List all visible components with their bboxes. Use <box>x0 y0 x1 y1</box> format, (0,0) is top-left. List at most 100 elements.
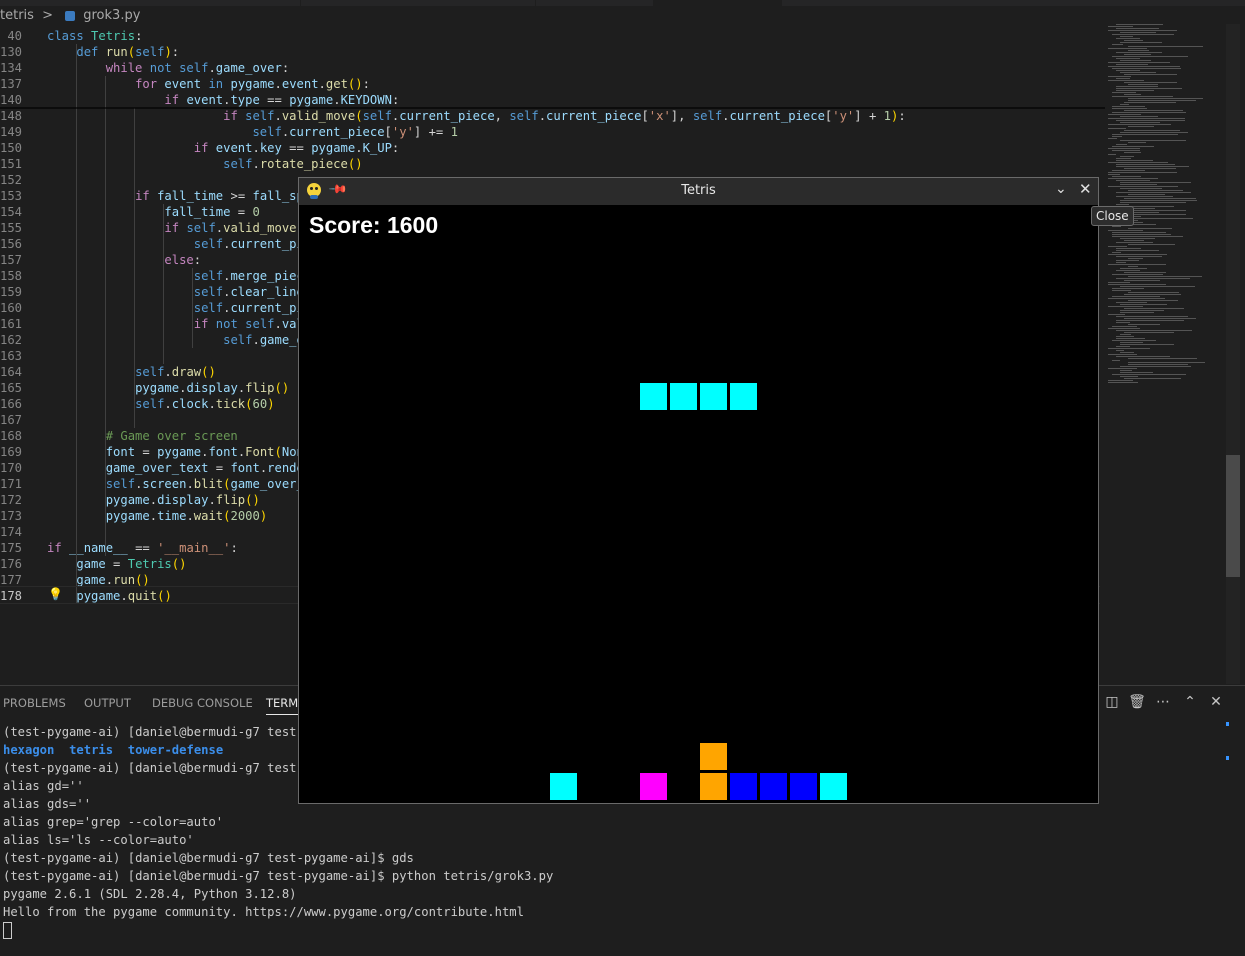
line-number: 155 <box>0 221 23 235</box>
minimap-line <box>1128 214 1186 215</box>
pygame-snake-icon <box>307 183 321 199</box>
minimap-line <box>1116 52 1162 53</box>
minimap-line <box>1124 110 1183 111</box>
sticky-scroll-divider <box>0 107 1105 109</box>
minimap-line <box>1116 160 1153 161</box>
minimap-line <box>1120 268 1147 269</box>
minimap-line <box>1116 330 1192 331</box>
falling-piece-block <box>669 382 698 411</box>
line-number: 150 <box>0 141 23 155</box>
minimap-line <box>1124 378 1181 379</box>
minimap-line <box>1128 190 1183 191</box>
terminal-line: Hello from the pygame community. https:/… <box>3 905 524 919</box>
indent-guide <box>192 268 193 348</box>
line-number: 176 <box>0 557 23 571</box>
minimap-line <box>1120 156 1134 157</box>
minimap-line <box>1128 98 1203 99</box>
minimap-line <box>1120 202 1186 203</box>
minimap-line <box>1120 376 1138 377</box>
python-file-icon <box>65 10 76 21</box>
code-text: if not self.val <box>193 317 304 331</box>
minimap-line <box>1116 86 1158 87</box>
indent-guide <box>76 44 77 604</box>
panel-tab-debug-console[interactable]: DEBUG CONSOLE <box>152 696 253 710</box>
breadcrumb-folder[interactable]: tetris <box>0 8 34 23</box>
minimap-line <box>1108 254 1167 255</box>
minimap-line <box>1116 38 1140 39</box>
minimap-line <box>1112 274 1163 275</box>
locked-block <box>699 742 728 771</box>
minimap-line <box>1128 100 1196 101</box>
panel-tab-problems[interactable]: PROBLEMS <box>3 696 66 710</box>
minimap-line <box>1116 144 1127 145</box>
minimap-line <box>1112 108 1147 109</box>
close-panel-icon[interactable]: ✕ <box>1207 694 1225 710</box>
panel-tab-output[interactable]: OUTPUT <box>84 696 131 710</box>
editor-tab[interactable] <box>0 0 301 6</box>
minimap-line <box>1128 324 1160 325</box>
split-terminal-icon[interactable]: ◫ <box>1103 694 1121 710</box>
terminal-line: (test-pygame-ai) [daniel@bermudi-g7 test… <box>3 869 554 883</box>
minimap-line <box>1112 226 1121 227</box>
editor-scrollbar[interactable] <box>1226 24 1240 684</box>
minimap-line <box>1112 112 1186 113</box>
line-number: 171 <box>0 477 23 491</box>
minimap-line <box>1116 120 1185 121</box>
panel-tab-termi[interactable]: TERMI <box>266 696 302 715</box>
minimize-chevron-icon[interactable]: ⌄ <box>1055 181 1067 197</box>
editor-tab[interactable] <box>300 0 536 6</box>
minimap-line <box>1120 366 1191 367</box>
window-titlebar[interactable]: Tetris 📌 ⌄ ✕ <box>299 178 1098 206</box>
minimap-line <box>1116 260 1139 261</box>
minimap-line <box>1116 346 1130 347</box>
line-number: 140 <box>0 93 23 107</box>
minimap-line <box>1116 166 1189 167</box>
terminal-dir-entry: tower-defense <box>127 743 224 757</box>
terminal-dir-entry: tetris <box>69 743 114 757</box>
editor-tab[interactable] <box>535 0 654 6</box>
code-text: game_over_text = font.rende <box>105 461 304 475</box>
editor-tab-strip <box>0 0 1245 6</box>
minimap-line <box>1116 28 1159 29</box>
minimap-line <box>1112 252 1121 253</box>
minimap-line <box>1128 266 1138 267</box>
minimap-line <box>1120 184 1157 185</box>
minimap-line <box>1124 54 1151 55</box>
minimap-line <box>1120 200 1197 201</box>
code-text: self.current_piece['y'] += 1 <box>252 125 458 139</box>
editor-scroll-thumb[interactable] <box>1226 455 1240 577</box>
lightbulb-icon[interactable]: 💡 <box>48 586 63 602</box>
code-text: while not self.game_over: <box>105 61 290 75</box>
close-icon[interactable]: ✕ <box>1079 180 1092 198</box>
code-text: pygame.time.wait(2000) <box>105 509 268 523</box>
line-number: 148 <box>0 109 23 123</box>
minimap-line <box>1112 236 1183 237</box>
maximize-panel-icon[interactable]: ⌃ <box>1181 694 1199 710</box>
minimap-line <box>1112 44 1123 45</box>
minimap-line <box>1120 116 1158 117</box>
minimap-line <box>1108 382 1138 383</box>
trash-icon[interactable]: 🗑 <box>1128 694 1146 710</box>
locked-block <box>639 772 668 801</box>
breadcrumb-file[interactable]: grok3.py <box>83 8 140 23</box>
game-canvas[interactable]: Score: 1600 <box>299 205 1098 803</box>
minimap-line <box>1116 270 1140 271</box>
minimap-line <box>1112 232 1166 233</box>
minimap-line <box>1120 60 1151 61</box>
minimap-line <box>1120 104 1129 105</box>
terminal-line: alias gds='' <box>3 797 92 811</box>
minimap-line <box>1108 114 1141 115</box>
editor-tab[interactable] <box>653 0 782 6</box>
editor-tab[interactable] <box>781 0 1245 6</box>
terminal-prompt-line[interactable] <box>3 921 12 939</box>
locked-block <box>549 772 578 801</box>
minimap-line <box>1112 176 1141 177</box>
locked-block <box>819 772 848 801</box>
minimap-line <box>1128 194 1165 195</box>
line-number: 130 <box>0 45 23 59</box>
minimap-line <box>1108 76 1131 77</box>
more-actions-icon[interactable]: ⋯ <box>1154 694 1172 710</box>
line-number: 173 <box>0 509 23 523</box>
minimap-line <box>1112 340 1156 341</box>
minimap-line <box>1112 288 1144 289</box>
